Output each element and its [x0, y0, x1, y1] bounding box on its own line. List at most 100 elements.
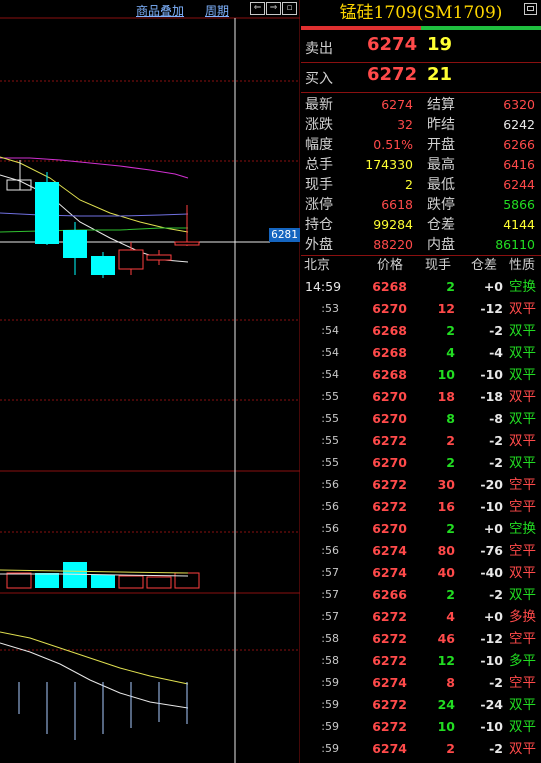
stat-row: 持仓 99284 仓差 4144 — [301, 215, 541, 235]
stat-value: 4144 — [503, 217, 535, 232]
trade-row[interactable]: :53 6270 12 -12 双平 — [301, 298, 541, 320]
stat-value: 0.51% — [373, 137, 413, 152]
stat-label: 涨停 — [305, 197, 333, 213]
trade-row[interactable]: :59 6274 2 -2 双平 — [301, 738, 541, 760]
trade-oi-diff: -2 — [489, 741, 503, 756]
trade-volume: 2 — [446, 323, 455, 338]
trade-time: :55 — [321, 434, 339, 447]
trade-row[interactable]: :58 6272 12 -10 多平 — [301, 650, 541, 672]
trade-row[interactable]: :57 6266 2 -2 双平 — [301, 584, 541, 606]
sell-label: 卖出 — [305, 41, 333, 57]
trade-nature: 空平 — [509, 543, 536, 559]
sell-strength-bar — [301, 26, 421, 30]
chart-grid — [0, 80, 300, 651]
trade-row[interactable]: :56 6274 80 -76 空平 — [301, 540, 541, 562]
trade-nature: 双平 — [509, 389, 536, 405]
panel-restore-icon[interactable] — [524, 3, 537, 15]
candles — [6, 160, 200, 278]
trade-price: 6270 — [372, 455, 407, 470]
header-volume: 现手 — [425, 258, 452, 273]
trade-oi-diff: -10 — [480, 499, 503, 514]
trade-volume: 46 — [437, 631, 455, 646]
buy-strength-bar — [421, 26, 541, 30]
trade-price: 6270 — [372, 301, 407, 316]
trade-price: 6268 — [372, 345, 407, 360]
trade-row[interactable]: :57 6272 4 +0 多换 — [301, 606, 541, 628]
stat-value: 86110 — [495, 237, 535, 252]
trade-nature: 空平 — [509, 499, 536, 515]
trade-price: 6272 — [372, 609, 407, 624]
trade-row[interactable]: :56 6270 2 +0 空换 — [301, 518, 541, 540]
trade-row[interactable]: :54 6268 4 -4 双平 — [301, 342, 541, 364]
trade-price: 6270 — [372, 389, 407, 404]
trade-oi-diff: -10 — [480, 367, 503, 382]
quote-panel: 锰硅1709(SM1709) 卖出 6274 19 买入 6272 21 最新 6… — [301, 0, 541, 763]
trade-time: :55 — [321, 390, 339, 403]
trade-time: :59 — [321, 698, 339, 711]
price-tag: 6281 — [269, 228, 300, 242]
trade-row[interactable]: :58 6272 46 -12 空平 — [301, 628, 541, 650]
trade-volume: 10 — [437, 367, 455, 382]
stat-label: 跌停 — [427, 197, 455, 213]
trade-time: :56 — [321, 544, 339, 557]
trade-row[interactable]: :59 6272 10 -10 双平 — [301, 716, 541, 738]
stat-row: 外盘 88220 内盘 86110 — [301, 235, 541, 255]
trade-row[interactable]: 14:59 6268 2 +0 空换 — [301, 276, 541, 298]
trade-row[interactable]: :57 6274 40 -40 双平 — [301, 562, 541, 584]
trade-price: 6268 — [372, 279, 407, 294]
trades-header: 北京 价格 现手 仓差 性质 — [301, 256, 541, 276]
header-oi-diff: 仓差 — [471, 258, 498, 273]
trade-row[interactable]: :55 6270 2 -2 双平 — [301, 452, 541, 474]
trade-nature: 双平 — [509, 433, 536, 449]
trade-time: :54 — [321, 368, 339, 381]
trade-row[interactable]: :59 6272 24 -24 双平 — [301, 694, 541, 716]
trade-row[interactable]: :59 6274 8 -2 空平 — [301, 672, 541, 694]
trade-price: 6268 — [372, 323, 407, 338]
trade-oi-diff: -40 — [480, 565, 503, 580]
trade-row[interactable]: :54 6268 10 -10 双平 — [301, 364, 541, 386]
trade-oi-diff: -2 — [489, 323, 503, 338]
trade-price: 6268 — [372, 367, 407, 382]
chart-area[interactable]: 商品叠加 周期 ⇐ ⇒ ▫ 6281 — [0, 0, 300, 763]
header-nature: 性质 — [509, 258, 536, 273]
stat-value: 6242 — [503, 117, 535, 132]
trade-oi-diff: -76 — [480, 543, 503, 558]
trade-time: 14:59 — [305, 279, 342, 294]
stat-label: 涨跌 — [305, 117, 333, 133]
trade-price: 6266 — [372, 587, 407, 602]
trade-nature: 多平 — [509, 653, 536, 669]
trade-volume: 2 — [446, 279, 455, 294]
trade-row[interactable]: :56 6272 30 -20 空平 — [301, 474, 541, 496]
header-price: 价格 — [377, 258, 404, 273]
trade-row[interactable]: :54 6268 2 -2 双平 — [301, 320, 541, 342]
sell-volume: 19 — [427, 34, 453, 55]
trade-oi-diff: -12 — [480, 631, 503, 646]
trade-oi-diff: -2 — [489, 675, 503, 690]
trade-time: :54 — [321, 346, 339, 359]
kline-chart — [0, 0, 300, 763]
candle-bear — [35, 182, 59, 244]
stat-value: 6320 — [503, 97, 535, 112]
ma-line-blue — [0, 212, 189, 217]
trade-row[interactable]: :55 6272 2 -2 双平 — [301, 430, 541, 452]
trade-oi-diff: -2 — [489, 587, 503, 602]
stat-label: 幅度 — [305, 137, 333, 153]
trade-row[interactable]: :56 6272 16 -10 空平 — [301, 496, 541, 518]
trade-nature: 多换 — [509, 609, 536, 625]
stat-label: 仓差 — [427, 217, 455, 233]
trade-volume: 8 — [446, 675, 455, 690]
trade-time: :56 — [321, 478, 339, 491]
trade-nature: 双平 — [509, 411, 536, 427]
trade-volume: 80 — [437, 543, 455, 558]
trade-volume: 18 — [437, 389, 455, 404]
trade-price: 6274 — [372, 543, 407, 558]
trade-price: 6274 — [372, 565, 407, 580]
trade-time: :59 — [321, 742, 339, 755]
trade-row[interactable]: :55 6270 18 -18 双平 — [301, 386, 541, 408]
candle-bull — [146, 254, 172, 261]
trade-volume: 40 — [437, 565, 455, 580]
trade-row[interactable]: :55 6270 8 -8 双平 — [301, 408, 541, 430]
stat-value: 6244 — [503, 177, 535, 192]
trade-price: 6272 — [372, 499, 407, 514]
trade-volume: 16 — [437, 499, 455, 514]
